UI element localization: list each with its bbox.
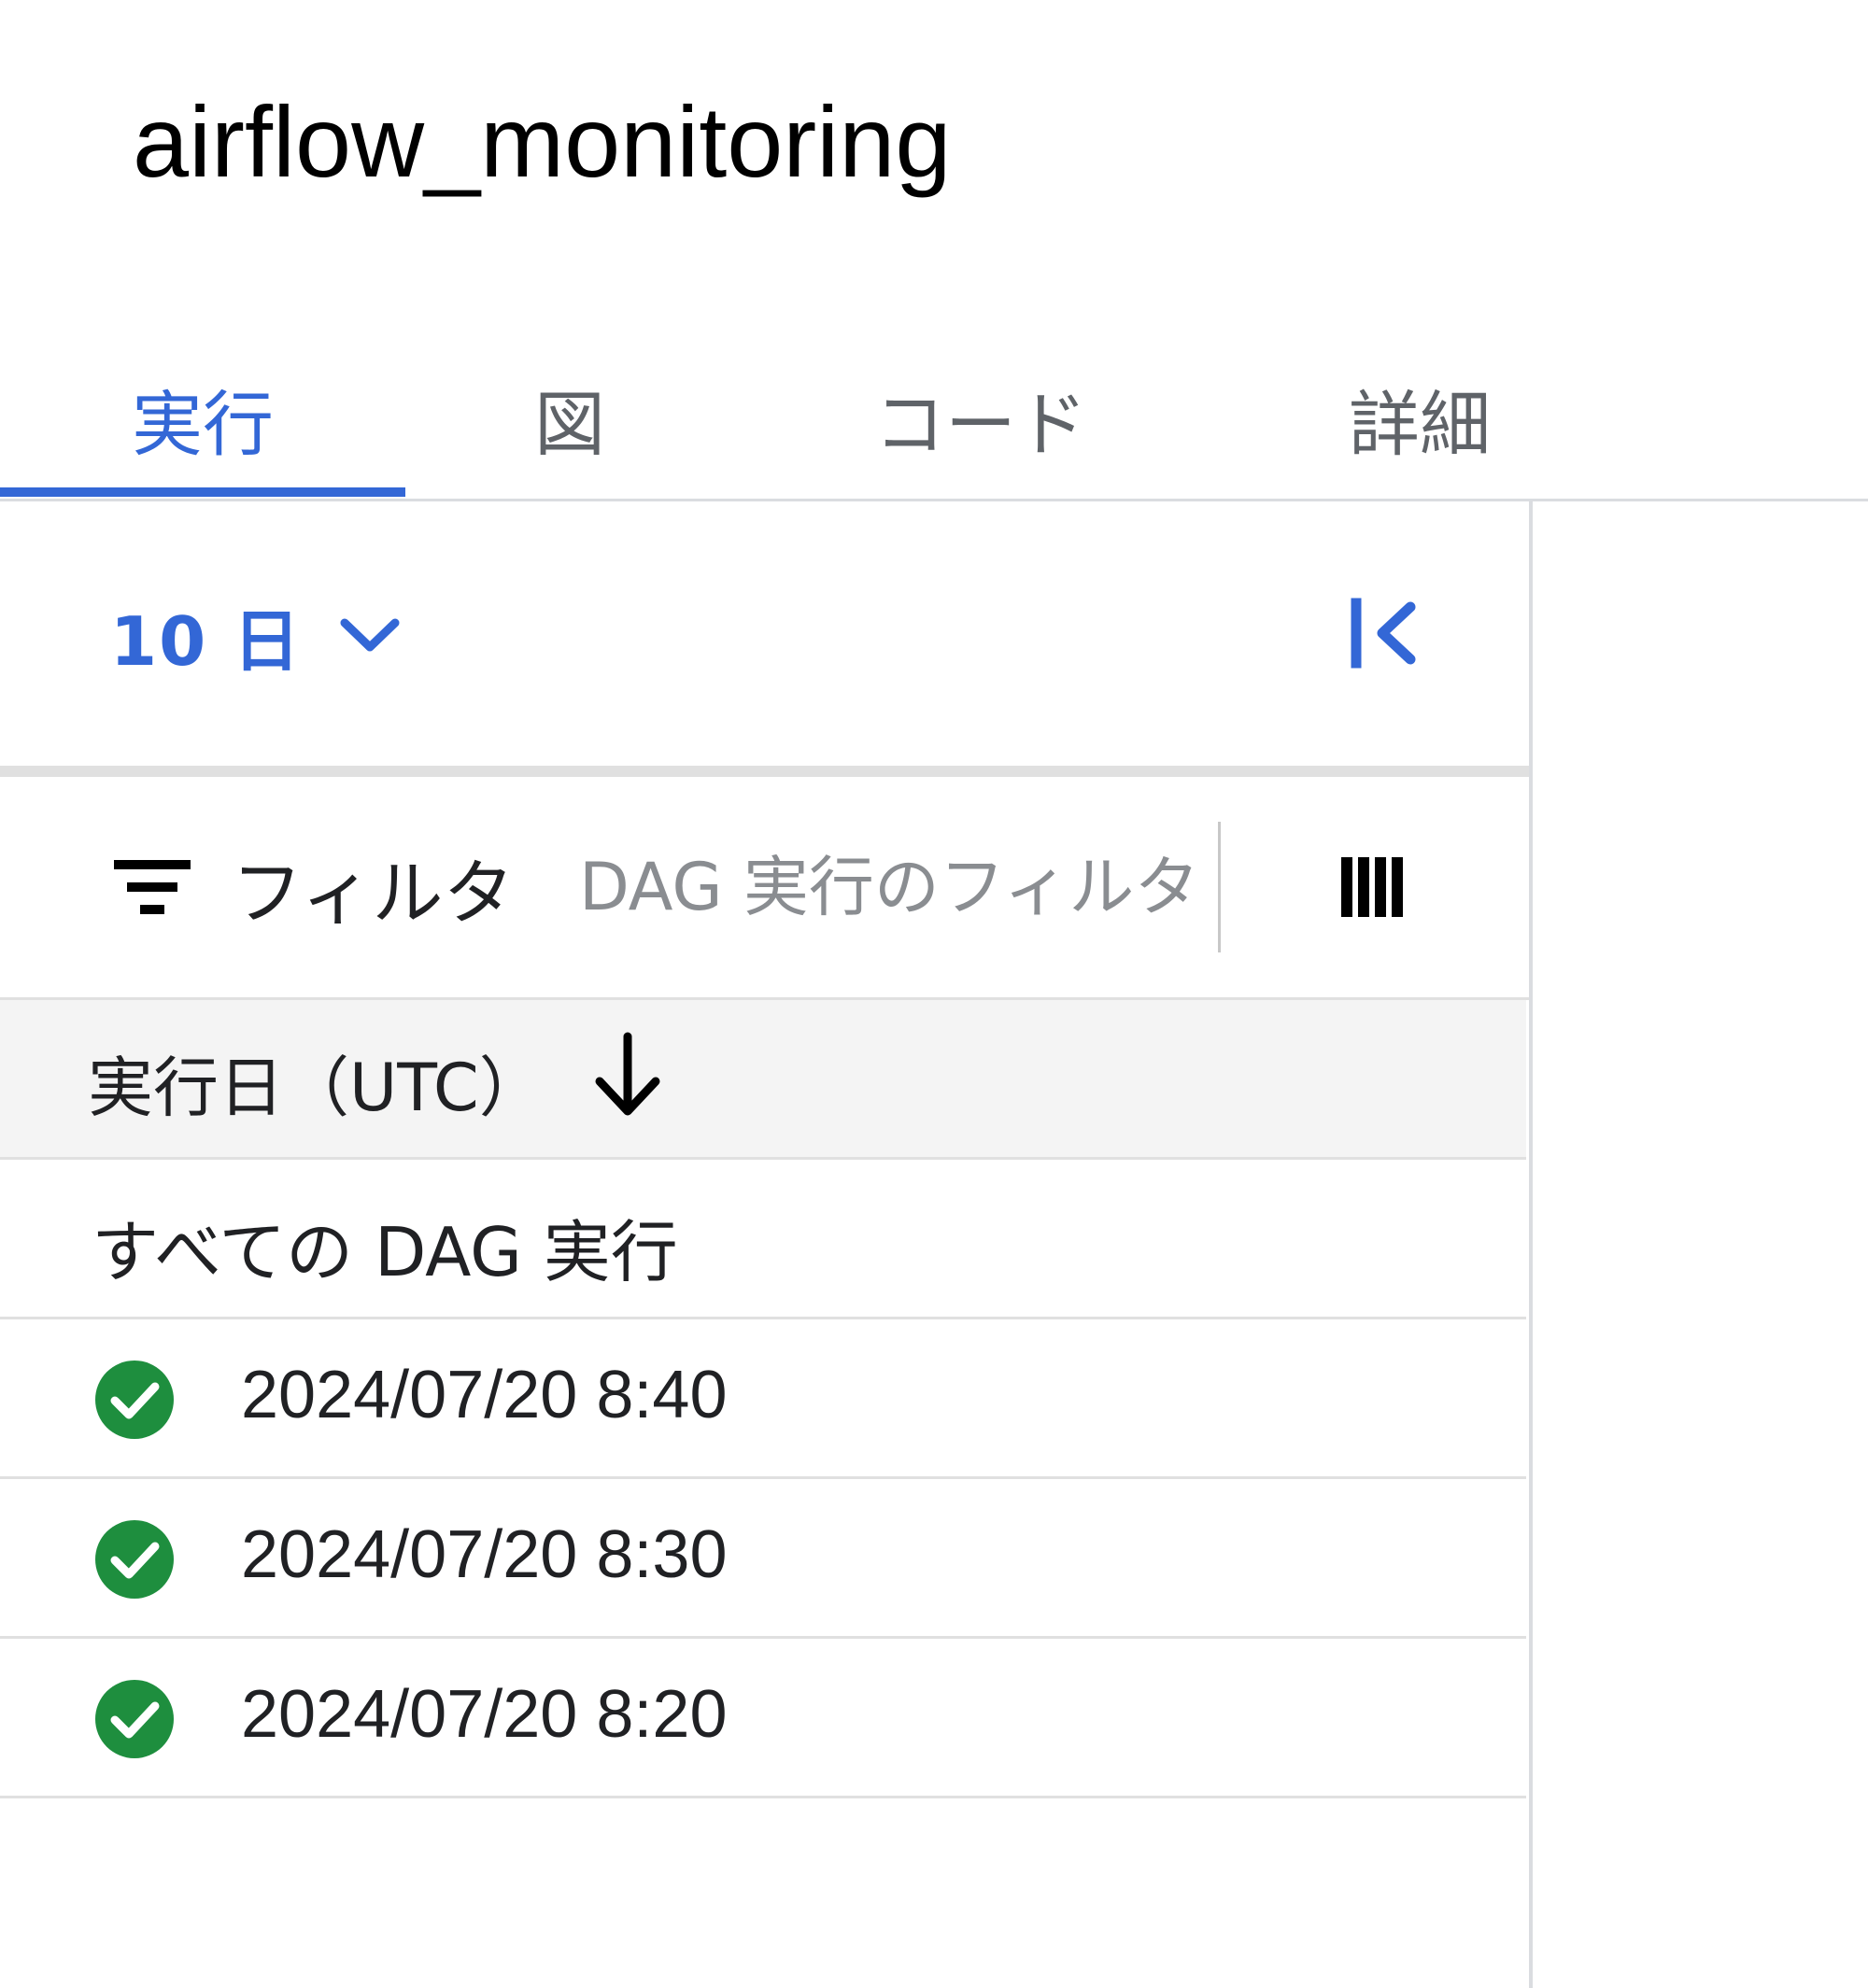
filter-input-caret bbox=[1218, 822, 1221, 952]
tab-graph[interactable]: 図 bbox=[439, 336, 700, 501]
dag-run-row[interactable]: 2024/07/20 8:20 bbox=[0, 1639, 1526, 1798]
check-circle-icon bbox=[95, 1361, 174, 1439]
dag-run-filter-input[interactable] bbox=[579, 831, 1224, 943]
date-range-select[interactable]: 10 日 bbox=[110, 579, 403, 691]
active-tab-indicator bbox=[0, 487, 405, 497]
dag-run-row[interactable]: 2024/07/20 8:40 bbox=[0, 1319, 1526, 1479]
chevron-down-icon bbox=[340, 618, 400, 652]
run-execution-date: 2024/07/20 8:20 bbox=[241, 1677, 728, 1752]
arrow-downward-icon[interactable] bbox=[590, 1031, 665, 1121]
all-dag-runs-label: すべての DAG 実行 bbox=[92, 1213, 678, 1291]
check-circle-icon bbox=[95, 1520, 174, 1599]
panel-divider bbox=[1529, 501, 1533, 1988]
filter-button[interactable]: フィルタ bbox=[110, 831, 514, 943]
dag-run-row[interactable]: 2024/07/20 8:30 bbox=[0, 1479, 1526, 1639]
tab-code[interactable]: コード bbox=[803, 336, 1158, 501]
tab-bar: 実行 図 コード 詳細 bbox=[0, 336, 1868, 501]
all-dag-runs-row[interactable]: すべての DAG 実行 bbox=[0, 1160, 1526, 1319]
tab-bar-divider bbox=[0, 499, 1868, 501]
tab-details[interactable]: 詳細 bbox=[1289, 336, 1550, 501]
table-header-label: 実行日（UTC） bbox=[88, 1050, 545, 1126]
run-execution-date: 2024/07/20 8:40 bbox=[241, 1358, 728, 1432]
run-execution-date: 2024/07/20 8:30 bbox=[241, 1517, 728, 1592]
collapse-left-icon[interactable] bbox=[1336, 586, 1429, 680]
filter-list-icon bbox=[114, 860, 191, 914]
check-circle-icon bbox=[95, 1680, 174, 1758]
column-selector-icon[interactable] bbox=[1337, 840, 1412, 934]
filter-label: フィルタ bbox=[232, 852, 515, 935]
table-header-execution-date[interactable]: 実行日（UTC） bbox=[0, 1000, 1526, 1160]
date-range-label: 10 日 bbox=[110, 601, 303, 681]
tab-runs[interactable]: 実行 bbox=[0, 336, 405, 501]
page-title: airflow_monitoring bbox=[133, 85, 952, 198]
section-divider bbox=[0, 766, 1529, 777]
